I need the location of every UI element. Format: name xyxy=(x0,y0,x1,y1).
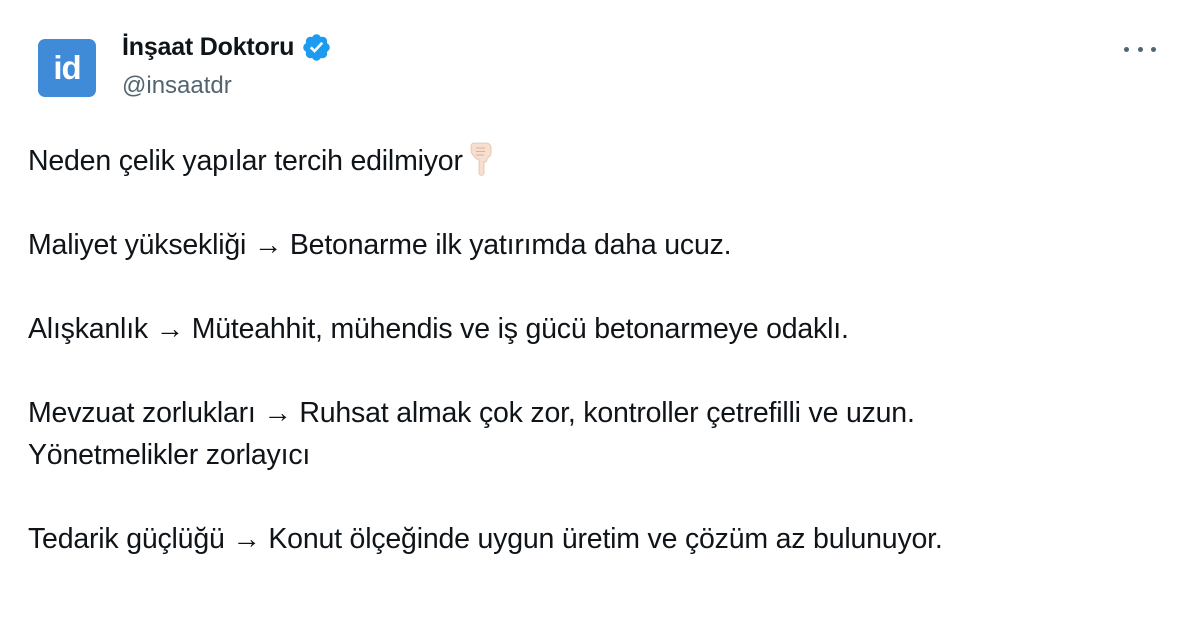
tweet-paragraph: Yönetmelikler zorlayıcı xyxy=(28,439,311,471)
tweet-paragraph: Alışkanlık → Müteahhit, mühendis ve iş g… xyxy=(28,313,849,345)
display-name[interactable]: İnşaat Doktoru xyxy=(122,33,294,62)
more-dot xyxy=(1124,46,1129,52)
more-dot xyxy=(1151,46,1156,52)
tweet-paragraph: Mevzuat zorlukları → Ruhsat almak çok zo… xyxy=(28,397,915,429)
more-dot xyxy=(1137,46,1143,52)
tweet-text: Neden çelik yapılar tercih edilmiyor Mal… xyxy=(28,140,1168,560)
tweet-card: id İnşaat Doktoru @insaatdr Neden çelik … xyxy=(0,0,1186,626)
tweet-paragraph: Neden çelik yapılar tercih edilmiyor xyxy=(28,140,1168,182)
pointing-down-hand-icon xyxy=(470,142,492,176)
avatar[interactable]: id xyxy=(38,39,96,97)
avatar-logo-text: id xyxy=(53,48,81,86)
tweet-line: Neden çelik yapılar tercih edilmiyor xyxy=(28,145,463,177)
user-handle[interactable]: @insaatdr xyxy=(122,72,232,100)
more-options-icon[interactable] xyxy=(1124,38,1156,60)
verified-badge-icon[interactable] xyxy=(301,32,332,63)
tweet-paragraph: Tedarik güçlüğü → Konut ölçeğinde uygun … xyxy=(28,523,943,555)
tweet-paragraph: Maliyet yüksekliği → Betonarme ilk yatır… xyxy=(28,229,732,261)
author-name-row: İnşaat Doktoru xyxy=(122,30,332,64)
